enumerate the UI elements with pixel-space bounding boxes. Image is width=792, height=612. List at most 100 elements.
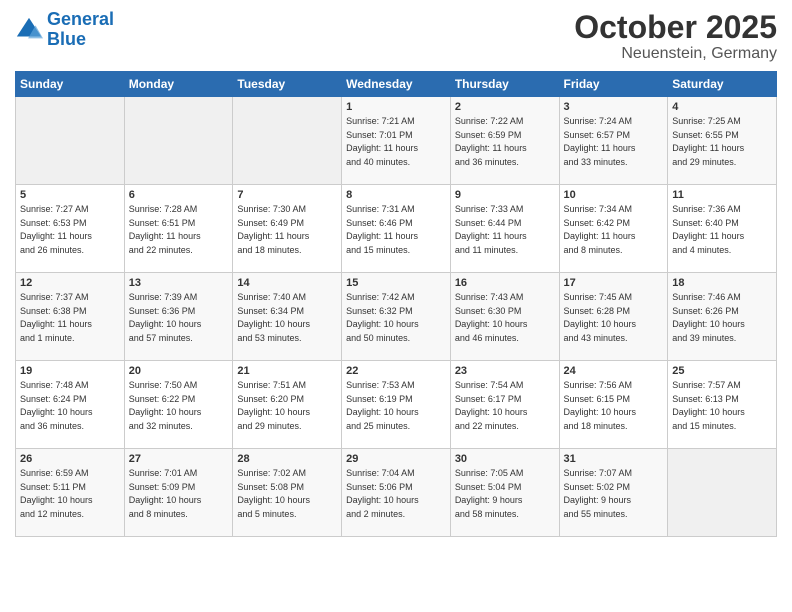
day-num-w4-d5: 31: [564, 453, 664, 465]
day-num-w0-d3: 1: [346, 101, 446, 113]
day-num-w3-d3: 22: [346, 365, 446, 377]
page: General Blue October 2025 Neuenstein, Ge…: [0, 0, 792, 547]
cell-w2-d2: 14 Sunrise: 7:40 AM Sunset: 6:34 PM Dayli…: [233, 273, 342, 361]
day-num-w3-d6: 25: [672, 365, 772, 377]
week-row-0: 1 Sunrise: 7:21 AM Sunset: 7:01 PM Daylig…: [16, 97, 777, 185]
day-num-w2-d1: 13: [129, 277, 229, 289]
day-num-w2-d0: 12: [20, 277, 120, 289]
day-info-w2-d2: Sunrise: 7:40 AM Sunset: 6:34 PM Dayligh…: [237, 291, 337, 345]
cell-w0-d0: [16, 97, 125, 185]
col-saturday: Saturday: [668, 72, 777, 97]
cell-w3-d4: 23Sunrise: 7:54 AM Sunset: 6:17 PM Dayli…: [450, 361, 559, 449]
header-row: Sunday Monday Tuesday Wednesday Thursday…: [16, 72, 777, 97]
day-info-w1-d5: Sunrise: 7:34 AM Sunset: 6:42 PM Dayligh…: [564, 203, 664, 257]
day-info-w3-d6: Sunrise: 7:57 AM Sunset: 6:13 PM Dayligh…: [672, 379, 772, 433]
day-num-w2-d4: 16: [455, 277, 555, 289]
week-row-4: 26Sunrise: 6:59 AM Sunset: 5:11 PM Dayli…: [16, 449, 777, 537]
location: Neuenstein, Germany: [574, 45, 777, 63]
day-info-w1-d3: Sunrise: 7:31 AM Sunset: 6:46 PM Dayligh…: [346, 203, 446, 257]
cell-w2-d1: 13Sunrise: 7:39 AM Sunset: 6:36 PM Dayli…: [124, 273, 233, 361]
day-num-w4-d2: 28: [237, 453, 337, 465]
cell-w3-d1: 20Sunrise: 7:50 AM Sunset: 6:22 PM Dayli…: [124, 361, 233, 449]
day-num-w1-d1: 6: [129, 189, 229, 201]
cell-w2-d6: 18 Sunrise: 7:46 AM Sunset: 6:26 PM Dayli…: [668, 273, 777, 361]
cell-w0-d5: 3Sunrise: 7:24 AM Sunset: 6:57 PM Daylig…: [559, 97, 668, 185]
col-thursday: Thursday: [450, 72, 559, 97]
day-info-w1-d6: Sunrise: 7:36 AM Sunset: 6:40 PM Dayligh…: [672, 203, 772, 257]
calendar-table: Sunday Monday Tuesday Wednesday Thursday…: [15, 71, 777, 537]
day-info-w2-d4: Sunrise: 7:43 AM Sunset: 6:30 PM Dayligh…: [455, 291, 555, 345]
logo-text: General Blue: [47, 10, 114, 50]
day-info-w2-d6: Sunrise: 7:46 AM Sunset: 6:26 PM Dayligh…: [672, 291, 772, 345]
cell-w2-d4: 16 Sunrise: 7:43 AM Sunset: 6:30 PM Dayli…: [450, 273, 559, 361]
day-num-w4-d4: 30: [455, 453, 555, 465]
col-friday: Friday: [559, 72, 668, 97]
cell-w0-d2: [233, 97, 342, 185]
day-info-w1-d1: Sunrise: 7:28 AM Sunset: 6:51 PM Dayligh…: [129, 203, 229, 257]
header: General Blue October 2025 Neuenstein, Ge…: [15, 10, 777, 63]
day-info-w0-d3: Sunrise: 7:21 AM Sunset: 7:01 PM Dayligh…: [346, 115, 446, 169]
day-num-w1-d2: 7: [237, 189, 337, 201]
cell-w3-d6: 25 Sunrise: 7:57 AM Sunset: 6:13 PM Dayli…: [668, 361, 777, 449]
day-num-w1-d3: 8: [346, 189, 446, 201]
day-info-w4-d4: Sunrise: 7:05 AM Sunset: 5:04 PM Dayligh…: [455, 467, 555, 521]
week-row-1: 5Sunrise: 7:27 AM Sunset: 6:53 PM Daylig…: [16, 185, 777, 273]
cell-w1-d6: 11 Sunrise: 7:36 AM Sunset: 6:40 PM Dayli…: [668, 185, 777, 273]
day-info-w4-d1: Sunrise: 7:01 AM Sunset: 5:09 PM Dayligh…: [129, 467, 229, 521]
logo-line2: Blue: [47, 29, 86, 49]
day-num-w3-d2: 21: [237, 365, 337, 377]
col-wednesday: Wednesday: [342, 72, 451, 97]
col-tuesday: Tuesday: [233, 72, 342, 97]
week-row-2: 12 Sunrise: 7:37 AM Sunset: 6:38 PM Dayli…: [16, 273, 777, 361]
day-num-w2-d5: 17: [564, 277, 664, 289]
day-num-w3-d5: 24: [564, 365, 664, 377]
day-info-w2-d5: Sunrise: 7:45 AM Sunset: 6:28 PM Dayligh…: [564, 291, 664, 345]
day-info-w1-d2: Sunrise: 7:30 AM Sunset: 6:49 PM Dayligh…: [237, 203, 337, 257]
day-num-w3-d0: 19: [20, 365, 120, 377]
day-info-w3-d2: Sunrise: 7:51 AM Sunset: 6:20 PM Dayligh…: [237, 379, 337, 433]
day-info-w3-d0: Sunrise: 7:48 AM Sunset: 6:24 PM Dayligh…: [20, 379, 120, 433]
day-info-w1-d4: Sunrise: 7:33 AM Sunset: 6:44 PM Dayligh…: [455, 203, 555, 257]
cell-w3-d0: 19 Sunrise: 7:48 AM Sunset: 6:24 PM Dayli…: [16, 361, 125, 449]
day-num-w1-d0: 5: [20, 189, 120, 201]
day-num-w2-d6: 18: [672, 277, 772, 289]
title-block: October 2025 Neuenstein, Germany: [574, 10, 777, 63]
cell-w1-d3: 8 Sunrise: 7:31 AM Sunset: 6:46 PM Daylig…: [342, 185, 451, 273]
day-info-w0-d6: Sunrise: 7:25 AM Sunset: 6:55 PM Dayligh…: [672, 115, 772, 169]
cell-w0-d3: 1 Sunrise: 7:21 AM Sunset: 7:01 PM Daylig…: [342, 97, 451, 185]
calendar-header: Sunday Monday Tuesday Wednesday Thursday…: [16, 72, 777, 97]
logo-icon: [15, 16, 43, 44]
logo-line1: General: [47, 9, 114, 29]
cell-w0-d4: 2Sunrise: 7:22 AM Sunset: 6:59 PM Daylig…: [450, 97, 559, 185]
calendar-body: 1 Sunrise: 7:21 AM Sunset: 7:01 PM Daylig…: [16, 97, 777, 537]
day-num-w1-d6: 11: [672, 189, 772, 201]
day-num-w1-d4: 9: [455, 189, 555, 201]
day-info-w2-d0: Sunrise: 7:37 AM Sunset: 6:38 PM Dayligh…: [20, 291, 120, 345]
day-num-w1-d5: 10: [564, 189, 664, 201]
cell-w0-d1: [124, 97, 233, 185]
month-title: October 2025: [574, 10, 777, 45]
day-info-w3-d3: Sunrise: 7:53 AM Sunset: 6:19 PM Dayligh…: [346, 379, 446, 433]
cell-w2-d0: 12 Sunrise: 7:37 AM Sunset: 6:38 PM Dayli…: [16, 273, 125, 361]
day-num-w0-d5: 3: [564, 101, 664, 113]
day-num-w2-d3: 15: [346, 277, 446, 289]
day-num-w2-d2: 14: [237, 277, 337, 289]
cell-w4-d6: [668, 449, 777, 537]
day-num-w4-d0: 26: [20, 453, 120, 465]
cell-w3-d3: 22 Sunrise: 7:53 AM Sunset: 6:19 PM Dayli…: [342, 361, 451, 449]
col-sunday: Sunday: [16, 72, 125, 97]
day-num-w3-d1: 20: [129, 365, 229, 377]
day-num-w3-d4: 23: [455, 365, 555, 377]
day-num-w4-d1: 27: [129, 453, 229, 465]
cell-w3-d2: 21 Sunrise: 7:51 AM Sunset: 6:20 PM Dayli…: [233, 361, 342, 449]
cell-w4-d1: 27 Sunrise: 7:01 AM Sunset: 5:09 PM Dayli…: [124, 449, 233, 537]
cell-w1-d2: 7 Sunrise: 7:30 AM Sunset: 6:49 PM Daylig…: [233, 185, 342, 273]
cell-w4-d3: 29Sunrise: 7:04 AM Sunset: 5:06 PM Dayli…: [342, 449, 451, 537]
cell-w1-d4: 9 Sunrise: 7:33 AM Sunset: 6:44 PM Daylig…: [450, 185, 559, 273]
cell-w3-d5: 24Sunrise: 7:56 AM Sunset: 6:15 PM Dayli…: [559, 361, 668, 449]
cell-w4-d2: 28Sunrise: 7:02 AM Sunset: 5:08 PM Dayli…: [233, 449, 342, 537]
cell-w1-d0: 5Sunrise: 7:27 AM Sunset: 6:53 PM Daylig…: [16, 185, 125, 273]
cell-w1-d1: 6 Sunrise: 7:28 AM Sunset: 6:51 PM Daylig…: [124, 185, 233, 273]
week-row-3: 19 Sunrise: 7:48 AM Sunset: 6:24 PM Dayli…: [16, 361, 777, 449]
cell-w0-d6: 4Sunrise: 7:25 AM Sunset: 6:55 PM Daylig…: [668, 97, 777, 185]
